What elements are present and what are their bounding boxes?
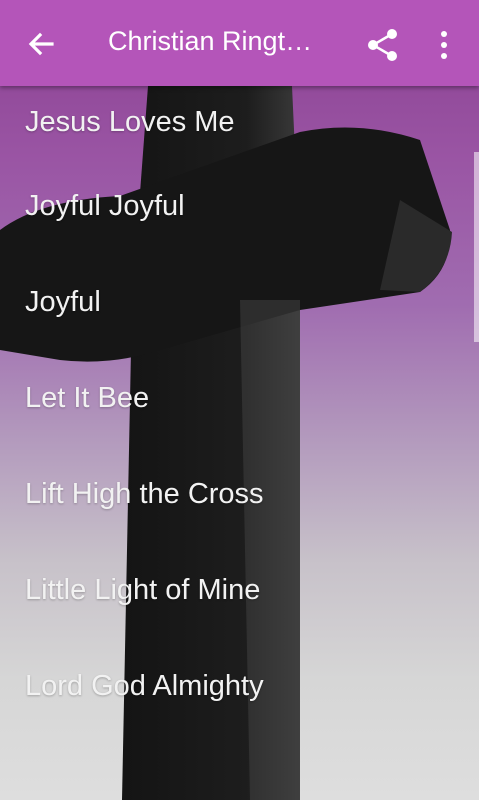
list-item[interactable]: Joyful Joyful [0, 158, 479, 254]
scrollbar[interactable] [474, 152, 479, 342]
list-item[interactable]: Lord God Almighty [0, 638, 479, 734]
list-item[interactable]: Little Light of Mine [0, 542, 479, 638]
list-item[interactable]: Let It Bee [0, 350, 479, 446]
list-item[interactable]: Lift High the Cross [0, 446, 479, 542]
more-vert-icon[interactable] [432, 28, 456, 62]
list-item[interactable]: Joyful [0, 254, 479, 350]
list-item[interactable]: Jesus Loves Me [0, 86, 479, 158]
song-list: Jesus Loves Me Joyful Joyful Joyful Let … [0, 86, 479, 734]
share-icon[interactable] [366, 28, 400, 62]
page-title: Christian Ringt… [108, 26, 313, 56]
app-bar: Christian Ringt… [0, 0, 479, 86]
arrow-back-icon[interactable] [22, 24, 62, 64]
